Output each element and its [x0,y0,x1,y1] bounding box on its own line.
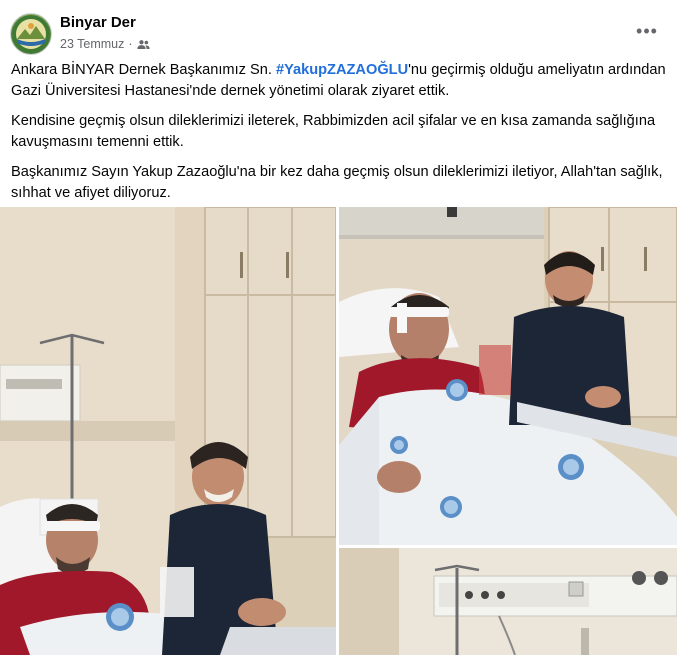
post-date[interactable]: 23 Temmuz [60,37,124,51]
photo-gallery [0,207,677,655]
logo-icon [12,15,50,53]
photo-visit-left[interactable] [0,207,336,655]
hashtag-link[interactable]: #YakupZAZAOĞLU [276,62,408,78]
photo-visit-right[interactable] [339,207,677,545]
paragraph-1-before: Ankara BİNYAR Dernek Başkanımız Sn. [11,62,276,78]
page-avatar[interactable] [10,13,52,55]
post-card: Binyar Der 23 Temmuz · ••• Ankara BİNYAR… [0,0,677,655]
post-paragraph-2: Kendisine geçmiş olsun dileklerimizi ile… [11,113,656,150]
more-options-icon[interactable]: ••• [631,17,663,45]
photo-medical-panel[interactable] [339,548,677,655]
post-paragraph-1: Ankara BİNYAR Dernek Başkanımız Sn. #Yak… [11,60,667,101]
author-name[interactable]: Binyar Der [60,14,136,31]
post-header: Binyar Der 23 Temmuz · ••• [10,11,667,55]
meta-separator: · [128,37,133,51]
friends-icon[interactable] [136,39,150,50]
post-body: Ankara BİNYAR Dernek Başkanımız Sn. #Yak… [11,60,667,213]
post-paragraph-3: Başkanımız Sayın Yakup Zazaoğlu'na bir k… [11,164,663,201]
post-meta: 23 Temmuz · [60,37,150,51]
